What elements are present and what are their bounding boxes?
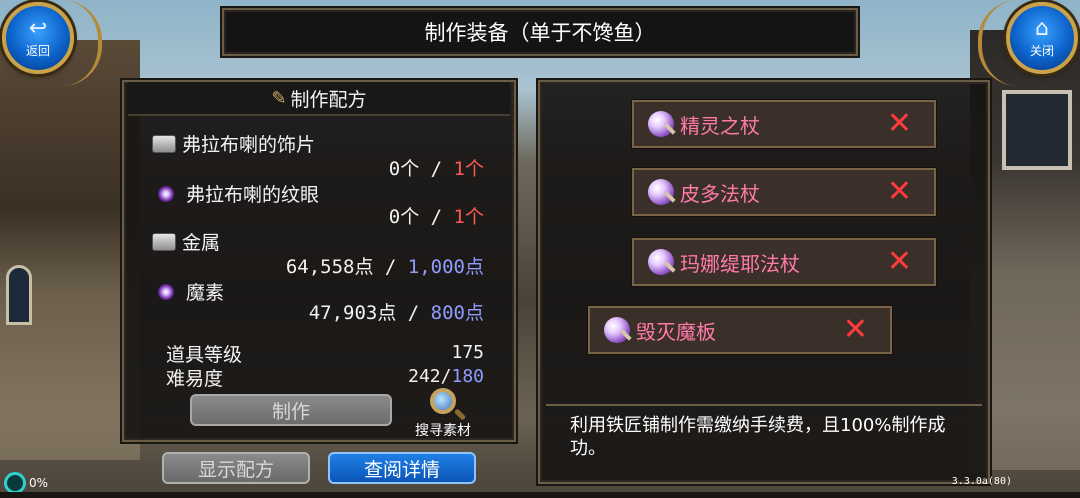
back-button[interactable]: ↩ 返回	[2, 2, 74, 74]
material-name: 金属	[152, 228, 220, 255]
need-qty: 800点	[430, 302, 484, 324]
close-label: 关闭	[1029, 43, 1054, 58]
have-qty: 0个	[388, 206, 420, 228]
qty-separator: /	[419, 158, 454, 180]
item-name: 毁灭魔板	[636, 319, 716, 344]
qty-separator: /	[396, 302, 431, 324]
have-qty: 0个	[388, 158, 420, 180]
back-arrow-icon: ↩	[28, 15, 48, 41]
material-label: 魔素	[186, 282, 225, 304]
wand-icon	[604, 317, 630, 343]
window-title: 制作装备（单于不馋鱼）	[424, 21, 656, 45]
material-label: 弗拉布喇的饰片	[182, 134, 316, 156]
difficulty-value: 242/180	[408, 366, 484, 387]
material-name: 魔素	[152, 278, 224, 305]
remove-icon[interactable]: ✕	[887, 247, 912, 277]
qty-separator: /	[419, 206, 454, 228]
progress-ring-icon	[4, 472, 26, 494]
close-button[interactable]: ⌂ 关闭	[1006, 2, 1078, 74]
list-item[interactable]: 玛娜缇耶法杖 ✕	[632, 238, 936, 286]
difficulty-current: 242/	[408, 366, 452, 387]
list-item[interactable]: 皮多法杖 ✕	[632, 168, 936, 216]
purple-orb-icon	[158, 185, 174, 202]
recipe-tab: ✎ 制作配方	[128, 82, 510, 116]
version-label: 3.3.0a(80)	[951, 476, 1012, 487]
item-name: 皮多法杖	[680, 181, 760, 206]
material-name: 弗拉布喇的饰片	[152, 130, 315, 157]
search-material-button[interactable]: 搜寻素材	[410, 388, 476, 440]
material-name: 弗拉布喇的纹眼	[152, 180, 319, 207]
remove-icon[interactable]: ✕	[843, 315, 868, 345]
make-button[interactable]: 制作	[190, 394, 392, 426]
metal-ingot-icon	[152, 134, 176, 153]
background-building-left	[0, 40, 140, 460]
bottom-border	[0, 492, 1080, 498]
item-name: 玛娜缇耶法杖	[680, 251, 800, 276]
material-quantity: 0个 / 1个	[389, 202, 484, 229]
qty-separator: /	[373, 256, 408, 278]
wand-icon	[648, 249, 674, 275]
loading-indicator: 0%	[4, 472, 48, 494]
list-item[interactable]: 精灵之杖 ✕	[632, 100, 936, 148]
recipe-scroll-icon: ✎	[271, 87, 287, 109]
item-name: 精灵之杖	[680, 113, 760, 138]
need-qty: 1个	[453, 158, 484, 180]
material-quantity: 47,903点 / 800点	[309, 298, 484, 325]
progress-percent: 0%	[29, 476, 49, 490]
show-recipe-button[interactable]: 显示配方	[162, 452, 310, 484]
difficulty-max: 180	[451, 366, 484, 387]
background-window	[1002, 90, 1072, 170]
recipe-tab-title: 制作配方	[290, 88, 367, 111]
home-icon: ⌂	[1035, 15, 1049, 41]
metal-ingot-icon	[152, 232, 176, 251]
have-qty: 47,903点	[308, 302, 397, 324]
material-label: 弗拉布喇的纹眼	[186, 184, 320, 206]
item-level-value: 175	[451, 342, 484, 363]
search-material-label: 搜寻素材	[415, 423, 471, 439]
window-title-bar: 制作装备（单于不馋鱼）	[222, 8, 858, 56]
view-details-button[interactable]: 查阅详情	[328, 452, 476, 484]
wand-icon	[648, 179, 674, 205]
have-qty: 64,558点	[285, 256, 374, 278]
magnifier-icon	[430, 388, 456, 414]
material-quantity: 64,558点 / 1,000点	[286, 252, 484, 279]
background-window	[6, 265, 32, 325]
item-level-label: 道具等级	[166, 344, 243, 366]
purple-orb-icon	[158, 283, 174, 300]
remove-icon[interactable]: ✕	[887, 177, 912, 207]
back-label: 返回	[25, 43, 50, 58]
material-quantity: 0个 / 1个	[389, 154, 484, 181]
list-item[interactable]: 毁灭魔板 ✕	[588, 306, 892, 354]
need-qty: 1个	[453, 206, 484, 228]
info-message: 利用铁匠铺制作需缴纳手续费，且100%制作成功。	[546, 404, 982, 476]
difficulty-label: 难易度	[166, 368, 224, 390]
material-label: 金属	[182, 232, 221, 254]
wand-icon	[648, 111, 674, 137]
need-qty: 1,000点	[407, 256, 484, 278]
remove-icon[interactable]: ✕	[887, 109, 912, 139]
